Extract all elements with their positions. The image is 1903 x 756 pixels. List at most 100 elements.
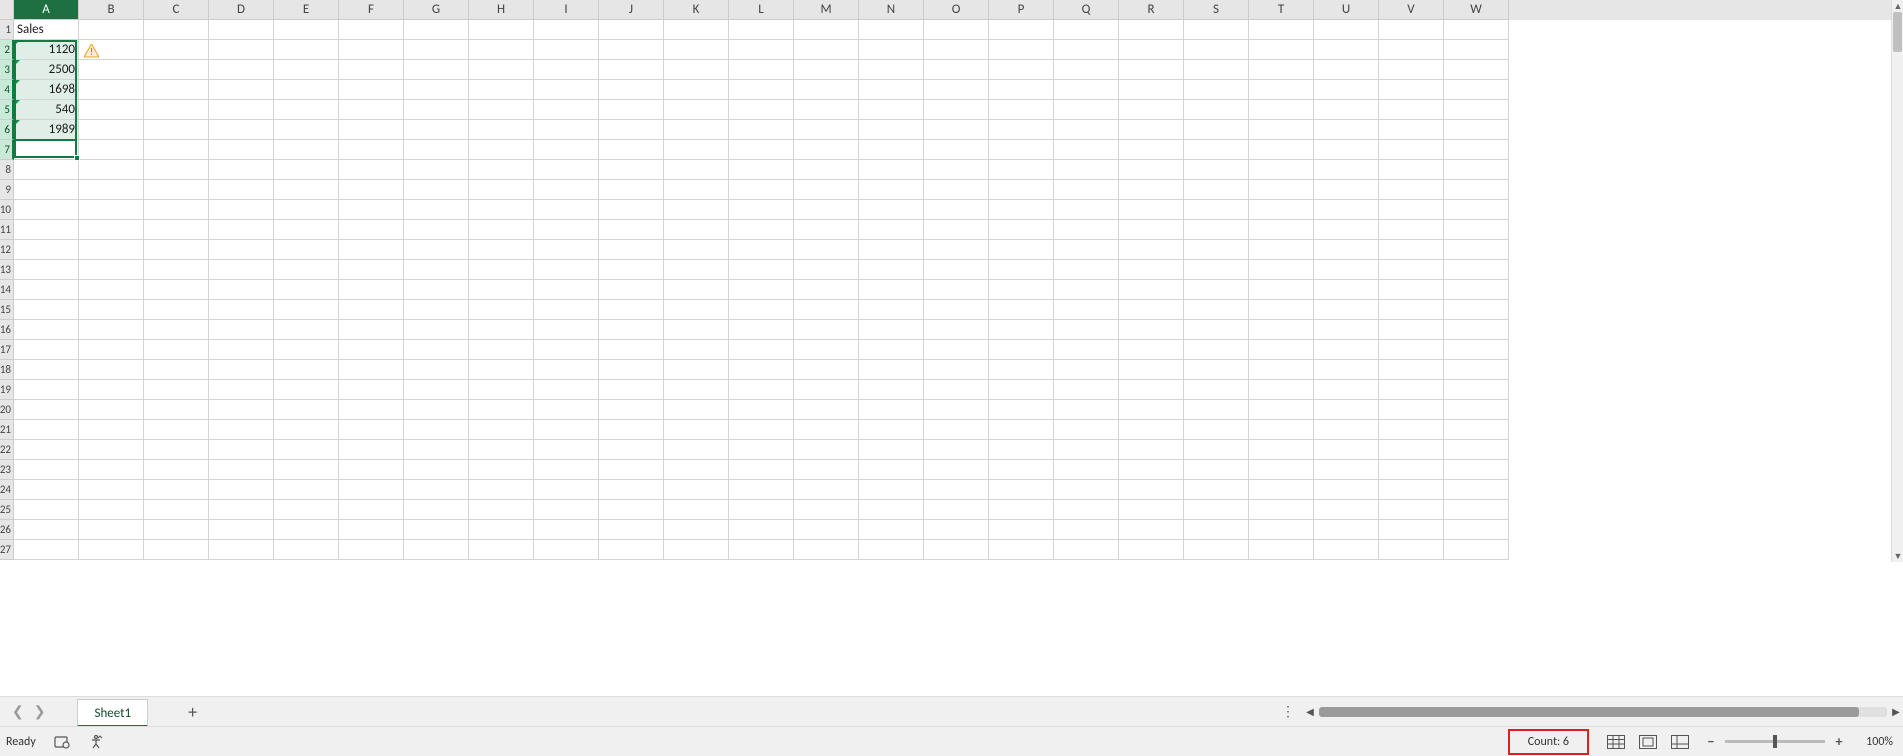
cell-S5[interactable] — [1184, 100, 1249, 120]
cell-E16[interactable] — [274, 320, 339, 340]
cell-C9[interactable] — [144, 180, 209, 200]
cell-D5[interactable] — [209, 100, 274, 120]
cell-W20[interactable] — [1444, 400, 1509, 420]
cell-B1[interactable] — [79, 20, 144, 40]
cell-G21[interactable] — [404, 420, 469, 440]
cell-K21[interactable] — [664, 420, 729, 440]
column-header-I[interactable]: I — [534, 0, 599, 20]
cell-N3[interactable] — [859, 60, 924, 80]
cell-C3[interactable] — [144, 60, 209, 80]
cell-B27[interactable] — [79, 540, 144, 560]
cell-F24[interactable] — [339, 480, 404, 500]
cell-B5[interactable] — [79, 100, 144, 120]
cell-T26[interactable] — [1249, 520, 1314, 540]
column-header-O[interactable]: O — [924, 0, 989, 20]
cell-S27[interactable] — [1184, 540, 1249, 560]
cell-A10[interactable] — [14, 200, 79, 220]
cell-T4[interactable] — [1249, 80, 1314, 100]
cell-F16[interactable] — [339, 320, 404, 340]
cell-N16[interactable] — [859, 320, 924, 340]
cell-H11[interactable] — [469, 220, 534, 240]
cell-U17[interactable] — [1314, 340, 1379, 360]
cell-O17[interactable] — [924, 340, 989, 360]
cell-A2[interactable]: 1120 — [14, 40, 79, 60]
cell-L13[interactable] — [729, 260, 794, 280]
cell-I14[interactable] — [534, 280, 599, 300]
cell-I12[interactable] — [534, 240, 599, 260]
cell-A14[interactable] — [14, 280, 79, 300]
cell-Q12[interactable] — [1054, 240, 1119, 260]
cell-M18[interactable] — [794, 360, 859, 380]
cell-Q1[interactable] — [1054, 20, 1119, 40]
cell-Q3[interactable] — [1054, 60, 1119, 80]
cell-J3[interactable] — [599, 60, 664, 80]
cell-H1[interactable] — [469, 20, 534, 40]
cell-N22[interactable] — [859, 440, 924, 460]
cell-V8[interactable] — [1379, 160, 1444, 180]
cell-J11[interactable] — [599, 220, 664, 240]
zoom-out-button[interactable]: − — [1703, 734, 1719, 750]
cell-P5[interactable] — [989, 100, 1054, 120]
cell-D14[interactable] — [209, 280, 274, 300]
cell-V10[interactable] — [1379, 200, 1444, 220]
cell-D3[interactable] — [209, 60, 274, 80]
cell-T2[interactable] — [1249, 40, 1314, 60]
cell-A26[interactable] — [14, 520, 79, 540]
cell-G7[interactable] — [404, 140, 469, 160]
cell-W26[interactable] — [1444, 520, 1509, 540]
cell-T17[interactable] — [1249, 340, 1314, 360]
cell-S19[interactable] — [1184, 380, 1249, 400]
row-header-24[interactable]: 24 — [0, 480, 14, 500]
cell-V20[interactable] — [1379, 400, 1444, 420]
cell-J1[interactable] — [599, 20, 664, 40]
cell-C1[interactable] — [144, 20, 209, 40]
cell-R17[interactable] — [1119, 340, 1184, 360]
cell-T8[interactable] — [1249, 160, 1314, 180]
cell-P16[interactable] — [989, 320, 1054, 340]
cell-J22[interactable] — [599, 440, 664, 460]
cell-G10[interactable] — [404, 200, 469, 220]
cell-F27[interactable] — [339, 540, 404, 560]
cell-D13[interactable] — [209, 260, 274, 280]
cell-C13[interactable] — [144, 260, 209, 280]
cell-W3[interactable] — [1444, 60, 1509, 80]
cell-E20[interactable] — [274, 400, 339, 420]
cell-O4[interactable] — [924, 80, 989, 100]
cell-K5[interactable] — [664, 100, 729, 120]
cell-S7[interactable] — [1184, 140, 1249, 160]
column-header-C[interactable]: C — [144, 0, 209, 20]
cell-J18[interactable] — [599, 360, 664, 380]
cell-M23[interactable] — [794, 460, 859, 480]
cell-Q26[interactable] — [1054, 520, 1119, 540]
cell-R8[interactable] — [1119, 160, 1184, 180]
cell-P19[interactable] — [989, 380, 1054, 400]
cell-D9[interactable] — [209, 180, 274, 200]
cell-N26[interactable] — [859, 520, 924, 540]
cell-A15[interactable] — [14, 300, 79, 320]
cell-G16[interactable] — [404, 320, 469, 340]
cell-L2[interactable] — [729, 40, 794, 60]
cell-J24[interactable] — [599, 480, 664, 500]
cell-L23[interactable] — [729, 460, 794, 480]
cell-G20[interactable] — [404, 400, 469, 420]
cell-S11[interactable] — [1184, 220, 1249, 240]
row-header-25[interactable]: 25 — [0, 500, 14, 520]
cell-H20[interactable] — [469, 400, 534, 420]
cell-K10[interactable] — [664, 200, 729, 220]
cell-D17[interactable] — [209, 340, 274, 360]
cell-H5[interactable] — [469, 100, 534, 120]
cell-C22[interactable] — [144, 440, 209, 460]
cell-G17[interactable] — [404, 340, 469, 360]
row-header-15[interactable]: 15 — [0, 300, 14, 320]
cell-J26[interactable] — [599, 520, 664, 540]
cell-G25[interactable] — [404, 500, 469, 520]
cell-N12[interactable] — [859, 240, 924, 260]
cell-B23[interactable] — [79, 460, 144, 480]
cell-G3[interactable] — [404, 60, 469, 80]
cell-F26[interactable] — [339, 520, 404, 540]
cell-U11[interactable] — [1314, 220, 1379, 240]
cell-U9[interactable] — [1314, 180, 1379, 200]
cell-V2[interactable] — [1379, 40, 1444, 60]
cell-D12[interactable] — [209, 240, 274, 260]
cell-U10[interactable] — [1314, 200, 1379, 220]
